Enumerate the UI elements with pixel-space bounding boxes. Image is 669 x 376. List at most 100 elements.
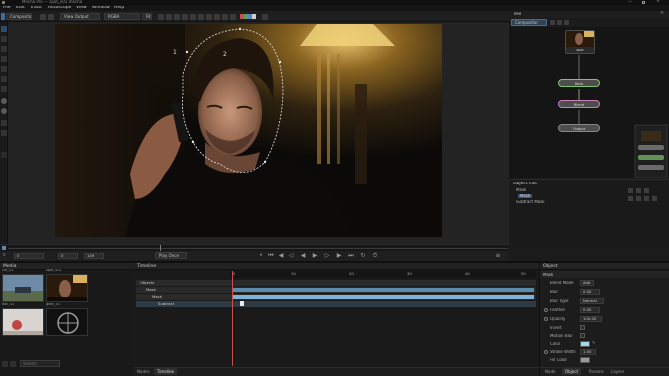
skip-end-icon[interactable]: ⏭ — [348, 253, 354, 259]
close-icon[interactable]: × — [656, 0, 660, 5]
media-list-icon[interactable] — [10, 361, 16, 367]
step-back-icon[interactable]: ◁ — [288, 253, 294, 259]
play-icon[interactable]: ▶ — [312, 253, 318, 259]
tree-settings-icon[interactable] — [564, 20, 569, 25]
viewer-settings-icon[interactable]: ≡ — [495, 253, 501, 259]
circle-tool-icon[interactable] — [1, 98, 7, 104]
gear-icon[interactable] — [652, 196, 657, 201]
pan-icon[interactable] — [166, 13, 172, 20]
chain-icon[interactable] — [48, 13, 54, 20]
menu-window[interactable]: Window — [92, 6, 110, 11]
tab-timeline[interactable]: Timeline — [154, 368, 178, 375]
node-output[interactable]: Output — [558, 124, 600, 132]
timeline-track-mask2[interactable]: Mask — [136, 294, 536, 300]
alpha-channel-icon[interactable] — [252, 14, 256, 19]
tree-add-icon[interactable] — [550, 20, 555, 25]
move-tool-icon[interactable] — [1, 36, 7, 42]
current-frame-field[interactable]: 0 — [58, 253, 78, 259]
prop-fill-color-swatch[interactable] — [580, 357, 590, 363]
pen-tool-icon[interactable] — [1, 66, 7, 72]
proxy-icon[interactable] — [206, 13, 212, 20]
tab-layers[interactable]: Layers — [608, 368, 627, 375]
zoom-icon[interactable] — [158, 13, 164, 20]
layer-tool-icon[interactable] — [1, 152, 7, 158]
lut-icon[interactable] — [214, 13, 220, 20]
tab-object[interactable]: Object — [562, 368, 582, 375]
menu-file[interactable]: File — [3, 6, 11, 11]
duplicate-object-icon[interactable] — [636, 188, 641, 193]
minimize-icon[interactable]: — — [628, 0, 632, 4]
prop-feather-field[interactable]: 0.00 — [580, 307, 600, 313]
rotate-tool-icon[interactable] — [1, 46, 7, 52]
track-mask2-bar[interactable] — [232, 295, 534, 299]
stroke-key-icon[interactable] — [544, 350, 548, 354]
media-thumb-3[interactable] — [2, 308, 44, 336]
media-thumb-4[interactable] — [46, 308, 88, 336]
next-key-icon[interactable]: ▶ — [336, 253, 342, 259]
menu-track[interactable]: Track — [30, 6, 42, 11]
node-source[interactable]: spot — [565, 30, 595, 54]
prop-blur-type-select[interactable]: Normal — [580, 298, 604, 304]
step-forward-icon[interactable]: ▷ — [324, 253, 330, 259]
playback-mode-select[interactable]: Play Once — [155, 252, 187, 259]
prop-stroke-width-field[interactable]: 1.00 — [580, 349, 596, 355]
frame-end-field[interactable]: 149 — [84, 253, 104, 259]
maximize-icon[interactable] — [642, 1, 645, 4]
prop-blend-mode-select[interactable]: Add — [580, 280, 594, 286]
eyedropper-icon[interactable]: ✎ — [592, 341, 595, 345]
display-icon[interactable] — [230, 13, 236, 20]
media-thumb-2[interactable] — [46, 274, 88, 302]
menu-edit[interactable]: Edit — [16, 6, 25, 11]
brush-tool-icon[interactable] — [1, 86, 7, 92]
grid-icon[interactable] — [182, 13, 188, 20]
rotate-icon[interactable] — [174, 13, 180, 20]
tab-params[interactable]: Params — [586, 368, 607, 375]
layer-select[interactable]: Compositor — [6, 13, 32, 20]
skip-start-icon[interactable]: ⏮ — [268, 253, 274, 259]
show-object-icon[interactable] — [628, 196, 633, 201]
frame-ruler[interactable] — [0, 244, 509, 251]
channel-select[interactable]: RGBA — [104, 13, 140, 20]
link-icon[interactable] — [40, 13, 46, 20]
tab-node[interactable]: Node — [542, 368, 558, 375]
opacity-key-icon[interactable] — [544, 317, 548, 321]
add-object-icon[interactable] — [628, 188, 633, 193]
node-roto[interactable]: Roto — [558, 79, 600, 87]
media-thumb-1[interactable] — [2, 274, 44, 302]
keyframe-icon[interactable] — [240, 301, 244, 306]
settings-icon[interactable] — [262, 13, 268, 20]
tool-select-icon[interactable] — [1, 13, 5, 20]
viewer-frame[interactable]: 1 2 — [55, 24, 442, 237]
track-mask1-bar[interactable] — [232, 288, 534, 292]
view-mode-select[interactable]: View Output — [60, 13, 100, 20]
tree-view-select[interactable]: Compositor — [511, 19, 547, 26]
prop-invert-checkbox[interactable] — [580, 325, 585, 330]
prop-color-swatch[interactable] — [580, 341, 590, 347]
tab-nodes[interactable]: Nodes — [134, 368, 153, 375]
snap-icon[interactable] — [198, 13, 204, 20]
prop-motion-blur-checkbox[interactable] — [580, 333, 585, 338]
node-graph[interactable]: spot Roto Blend Output — [510, 27, 669, 178]
menu-view[interactable]: View — [76, 6, 87, 11]
overlay-icon[interactable] — [190, 13, 196, 20]
object-row-3[interactable]: Subtract Mask — [516, 200, 545, 204]
record-icon[interactable]: • — [258, 253, 264, 259]
prop-blur-field[interactable]: 0.00 — [580, 289, 600, 295]
menu-rotoscope[interactable]: Rotoscope — [48, 6, 71, 11]
lock-object-icon[interactable] — [636, 196, 641, 201]
timeline-ruler[interactable]: 0 10 20 30 40 50 — [231, 271, 536, 278]
loop-icon[interactable]: ↻ — [360, 253, 366, 259]
timeline-track-subtract[interactable]: Subtract — [136, 301, 536, 307]
delete-object-icon[interactable] — [644, 188, 649, 193]
panel-close-icon[interactable]: × — [660, 11, 664, 16]
rect-tool-icon[interactable] — [1, 120, 7, 126]
media-add-icon[interactable] — [2, 361, 8, 367]
scale-tool-icon[interactable] — [1, 56, 7, 62]
prev-key-icon[interactable]: ◀ — [278, 253, 284, 259]
ellipse-tool-icon[interactable] — [1, 108, 7, 114]
object-row-1[interactable]: Mask — [516, 188, 526, 192]
bezier-tool-icon[interactable] — [1, 76, 7, 82]
timeline-playhead[interactable] — [232, 271, 233, 366]
media-search-input[interactable] — [20, 360, 60, 367]
tree-frame-icon[interactable] — [557, 20, 562, 25]
